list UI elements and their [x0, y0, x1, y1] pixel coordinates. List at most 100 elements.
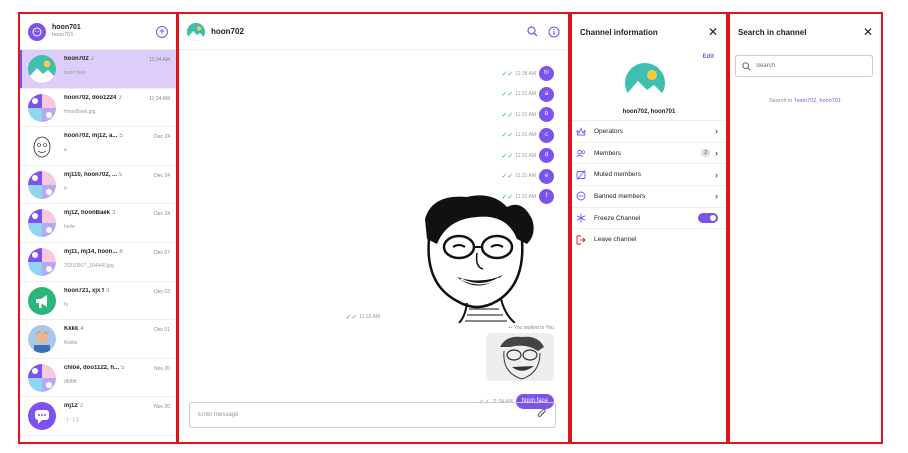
- last-message: h: [64, 185, 67, 192]
- menu-item-muted-members[interactable]: Muted members ›: [572, 163, 726, 185]
- image-message[interactable]: [397, 189, 555, 324]
- member-count: 4: [80, 326, 84, 333]
- mountain-icon: [187, 22, 205, 41]
- member-count: 2: [90, 56, 95, 62]
- chevron-right-icon: ›: [715, 126, 718, 137]
- conversation-header: hoon702: [179, 14, 568, 50]
- channel-name: mj110, hoon702, ...: [64, 171, 118, 178]
- read-check-icon: ✓✓: [501, 132, 514, 139]
- last-message: dfdfdf: [64, 378, 77, 385]
- channel-list-header: hoon701 hoon701 +: [20, 14, 176, 50]
- info-icon[interactable]: [548, 25, 560, 38]
- create-channel-button[interactable]: +: [156, 25, 168, 38]
- member-count: 3: [112, 210, 116, 217]
- search-hint-query: 'hoon702, hoon701': [793, 98, 842, 104]
- channel-name: hoon702: [64, 56, 89, 62]
- message-row: ✓✓ 11:31 AM c: [501, 127, 554, 143]
- channel-name-row: chloe, doo1122, h... 5: [64, 365, 140, 371]
- member-count: 5: [119, 133, 123, 140]
- menu-item-banned-members[interactable]: Banned members ›: [572, 185, 726, 207]
- channel-item[interactable]: mj110, hoon702, ... 5 Dec 24 h: [20, 166, 176, 205]
- freeze-toggle[interactable]: [698, 213, 718, 224]
- member-count: 5: [119, 171, 123, 178]
- read-check-icon: ✓✓: [501, 111, 514, 119]
- message-time: 11:31 AM: [515, 152, 536, 159]
- message-row: ✓✓ 11:31 AM e: [502, 168, 554, 184]
- message-time: 11:33 AM: [359, 314, 380, 320]
- menu-item-label: Muted members: [594, 171, 641, 179]
- read-check-icon: ✓✓: [501, 91, 514, 98]
- channel-info-panel: Channel information ✕ Edit hoon702, hoon…: [570, 12, 728, 444]
- menu-item-leave-channel[interactable]: Leave channel: [572, 228, 726, 250]
- last-message: hi: [64, 301, 68, 308]
- mountain-icon: [625, 63, 665, 103]
- channel-info-header: Channel information ✕: [572, 14, 726, 50]
- attach-icon[interactable]: [537, 406, 547, 424]
- message-bubble[interactable]: a: [539, 86, 554, 102]
- channel-info-title: Channel information: [580, 27, 658, 37]
- channel-list-panel: hoon701 hoon701 + hoon702 2 11:34 AM hoon f…: [18, 12, 178, 444]
- message-bubble[interactable]: hi: [539, 66, 554, 81]
- message-input[interactable]: [198, 412, 537, 418]
- reply-quote-image: [486, 333, 554, 381]
- crown-icon: [576, 126, 586, 136]
- menu-item-label: Members: [594, 149, 622, 157]
- search-box: [735, 55, 873, 77]
- channel-item[interactable]: mj12 2 Nov 20: ) : ) :): [20, 397, 176, 436]
- channel-date: Dec 24: [154, 211, 170, 218]
- member-count: 5: [121, 364, 125, 371]
- menu-item-freeze-channel[interactable]: Freeze Channel: [572, 206, 726, 229]
- close-icon[interactable]: ✕: [708, 26, 718, 38]
- channel-name-row: mj12, hoonBaek 3: [64, 210, 140, 216]
- message-time: 11:31 AM: [515, 173, 536, 179]
- menu-item-label: Banned members: [594, 192, 646, 200]
- snowflake-icon: [576, 213, 586, 223]
- search-title: Search in channel: [738, 27, 807, 37]
- user-id: hoon701: [52, 32, 74, 39]
- mute-icon: [576, 169, 586, 180]
- member-count: 6: [119, 248, 123, 255]
- channel-item[interactable]: Kkkk 4 Dec 01 Kkkkk: [20, 320, 176, 359]
- search-panel: Search in channel ✕ Search in 'hoon702, …: [728, 12, 883, 444]
- channel-name-row: mj110, hoon702, ... 5: [64, 172, 140, 178]
- channel-item[interactable]: mj11, mj14, hoon... 6 Dec 07 20210917_16444…: [20, 243, 176, 282]
- read-check-icon: ✓✓: [501, 70, 514, 78]
- menu-item-members[interactable]: Members 2 ›: [572, 141, 726, 164]
- channel-item[interactable]: hoon702, doo1224 3 11:24 AM HoonBaek.jpg: [20, 89, 176, 128]
- message-input-box: [189, 402, 556, 428]
- channel-item[interactable]: hoon721, xjx f 3 Dec 03 hi: [20, 282, 176, 321]
- group-avatar: [28, 363, 56, 392]
- message-row: ✓✓ 11:28 AM hi: [501, 66, 554, 81]
- message-bubble[interactable]: d: [539, 148, 554, 163]
- channel-name-row: mj12 2: [64, 403, 140, 409]
- channel-item[interactable]: hoon702, mj12, a... 5 Dec 24 a: [20, 127, 176, 166]
- close-icon[interactable]: ✕: [863, 26, 873, 38]
- channel-name: hoon721, xjx f: [64, 287, 105, 294]
- read-check-icon: ✓✓: [345, 314, 358, 321]
- channel-name-row: hoon702 2: [64, 56, 140, 62]
- message-row: ✓✓ 11:31 AM a: [501, 86, 554, 102]
- message-time: 11:31 AM: [515, 111, 536, 118]
- search-icon[interactable]: [526, 26, 538, 38]
- channel-item[interactable]: mj12, hoonBaek 3 Dec 24 hello: [20, 204, 176, 243]
- channel-item[interactable]: chloe, doo1122, h... 5 Nov 20 dfdfdf: [20, 359, 176, 398]
- message-bubble[interactable]: e: [539, 168, 554, 184]
- read-check-icon: ✓✓: [501, 152, 514, 160]
- user-info: hoon701 hoon701: [52, 24, 156, 39]
- message-bubble[interactable]: b: [539, 107, 554, 122]
- chevron-right-icon: ›: [715, 169, 718, 180]
- channel-avatar: [187, 22, 205, 41]
- edit-button[interactable]: Edit: [703, 54, 714, 60]
- channel-item[interactable]: hoon702 2 11:34 AM hoon face: [20, 50, 176, 89]
- channel-name: mj12: [64, 403, 78, 410]
- user-nickname: hoon701: [52, 24, 81, 32]
- search-input[interactable]: [756, 63, 866, 69]
- menu-item-operators[interactable]: Operators ›: [572, 120, 726, 142]
- message-time: 11:28 AM: [515, 70, 536, 77]
- user-avatar[interactable]: [28, 22, 46, 41]
- chat-icon: [28, 402, 56, 431]
- channel-name-row: mj11, mj14, hoon... 6: [64, 249, 140, 255]
- caricature-thumbnail: [486, 333, 554, 381]
- message-bubble[interactable]: c: [539, 127, 554, 143]
- channel-name-row: hoon702, doo1224 3: [64, 95, 140, 101]
